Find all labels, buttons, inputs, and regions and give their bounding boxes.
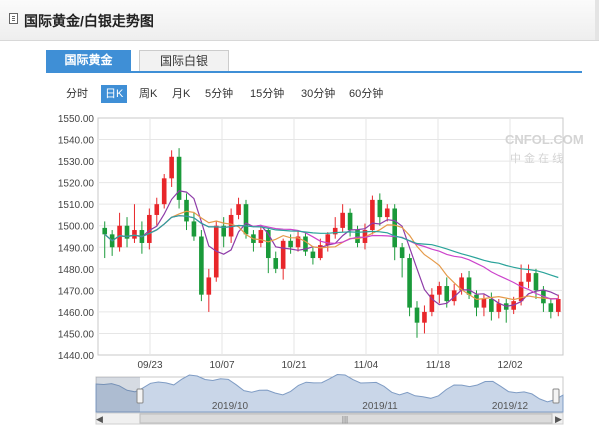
scroll-left-arrow: ◀ <box>96 414 103 424</box>
candle-body <box>555 298 561 312</box>
candle-body <box>288 240 293 248</box>
candle-body <box>169 156 174 179</box>
candle-body <box>332 227 338 235</box>
x-axis-labels: 09/23 10/07 10/21 11/04 11/18 12/02 <box>137 360 522 371</box>
candle-body <box>347 212 353 231</box>
x-tick-label: 09/23 <box>137 360 162 371</box>
candle-body <box>384 208 390 218</box>
chart-grid <box>97 117 564 356</box>
y-tick-label: 1470.00 <box>58 286 95 297</box>
candle-body <box>258 230 264 243</box>
candle-body <box>340 212 345 228</box>
y-tick-label: 1550.00 <box>58 114 95 125</box>
candle-body <box>548 303 554 312</box>
x-tick-label: 11/18 <box>426 360 451 371</box>
candle-body <box>444 286 450 302</box>
candle-body <box>199 236 204 295</box>
candle-body <box>526 273 531 282</box>
x-tick-label: 10/07 <box>209 360 234 371</box>
y-tick-label: 1460.00 <box>58 308 95 319</box>
candle-body <box>132 230 137 239</box>
y-tick-label: 1480.00 <box>58 265 95 276</box>
candle-body <box>407 258 412 308</box>
scroll-right-arrow: ▶ <box>555 414 562 424</box>
y-tick-label: 1490.00 <box>58 243 95 254</box>
y-tick-label: 1450.00 <box>58 329 95 340</box>
y-tick-label: 1440.00 <box>58 351 95 362</box>
x-tick-label: 10/21 <box>281 360 306 371</box>
y-tick-label: 1510.00 <box>58 200 95 211</box>
navigator-date-label: 2019/10 <box>212 401 249 412</box>
candle-body <box>273 258 279 269</box>
navigator-right-handle <box>552 388 560 404</box>
scroll-grip: ||| <box>342 415 348 424</box>
candle-body <box>280 240 286 269</box>
watermark-text-en: CNFOL.COM <box>505 132 584 147</box>
candle-body <box>206 277 212 295</box>
y-tick-label: 1530.00 <box>58 157 95 168</box>
y-tick-label: 1520.00 <box>58 179 95 190</box>
navigator-mask <box>96 377 140 412</box>
candle-body <box>228 214 234 237</box>
candle-body <box>437 286 442 295</box>
navigator-left-handle <box>136 388 144 404</box>
candle-body <box>474 294 479 308</box>
x-tick-label: 11/04 <box>354 360 379 371</box>
navigator-date-label: 2019/11 <box>362 401 398 412</box>
candle-body <box>154 204 160 215</box>
candle-body <box>489 298 494 312</box>
y-axis-labels: 1550.00 1540.00 1530.00 1520.00 1510.00 1500.… <box>58 114 95 362</box>
x-tick-label: 12/02 <box>497 360 522 371</box>
kline-chart[interactable]: 1550.00 1540.00 1530.00 1520.00 1510.00 1500.… <box>0 0 599 442</box>
candle-body <box>466 277 472 295</box>
candle-body <box>310 251 316 259</box>
y-tick-label: 1540.00 <box>58 136 95 147</box>
candle-body <box>243 204 249 235</box>
candle-body <box>370 199 375 231</box>
candle-body <box>377 199 383 218</box>
candle-body <box>161 178 167 205</box>
candle-body <box>102 227 108 235</box>
y-tick-label: 1500.00 <box>58 222 95 233</box>
range-navigator: 2019/10 2019/11 2019/12 ◀ ▶ ||| <box>95 373 564 425</box>
candle-body <box>392 208 398 248</box>
candle-body <box>191 221 197 237</box>
watermark-text-cn: 中 金 在 线 <box>510 151 563 165</box>
candle-body <box>399 247 405 259</box>
plot-frame <box>97 117 564 356</box>
candle-body <box>533 273 539 291</box>
candle-body <box>414 307 420 323</box>
candle-body <box>184 199 189 222</box>
navigator-date-label: 2019/12 <box>492 401 529 412</box>
candle-body <box>481 298 487 308</box>
candle-body <box>236 204 241 215</box>
candle-body <box>422 311 427 323</box>
